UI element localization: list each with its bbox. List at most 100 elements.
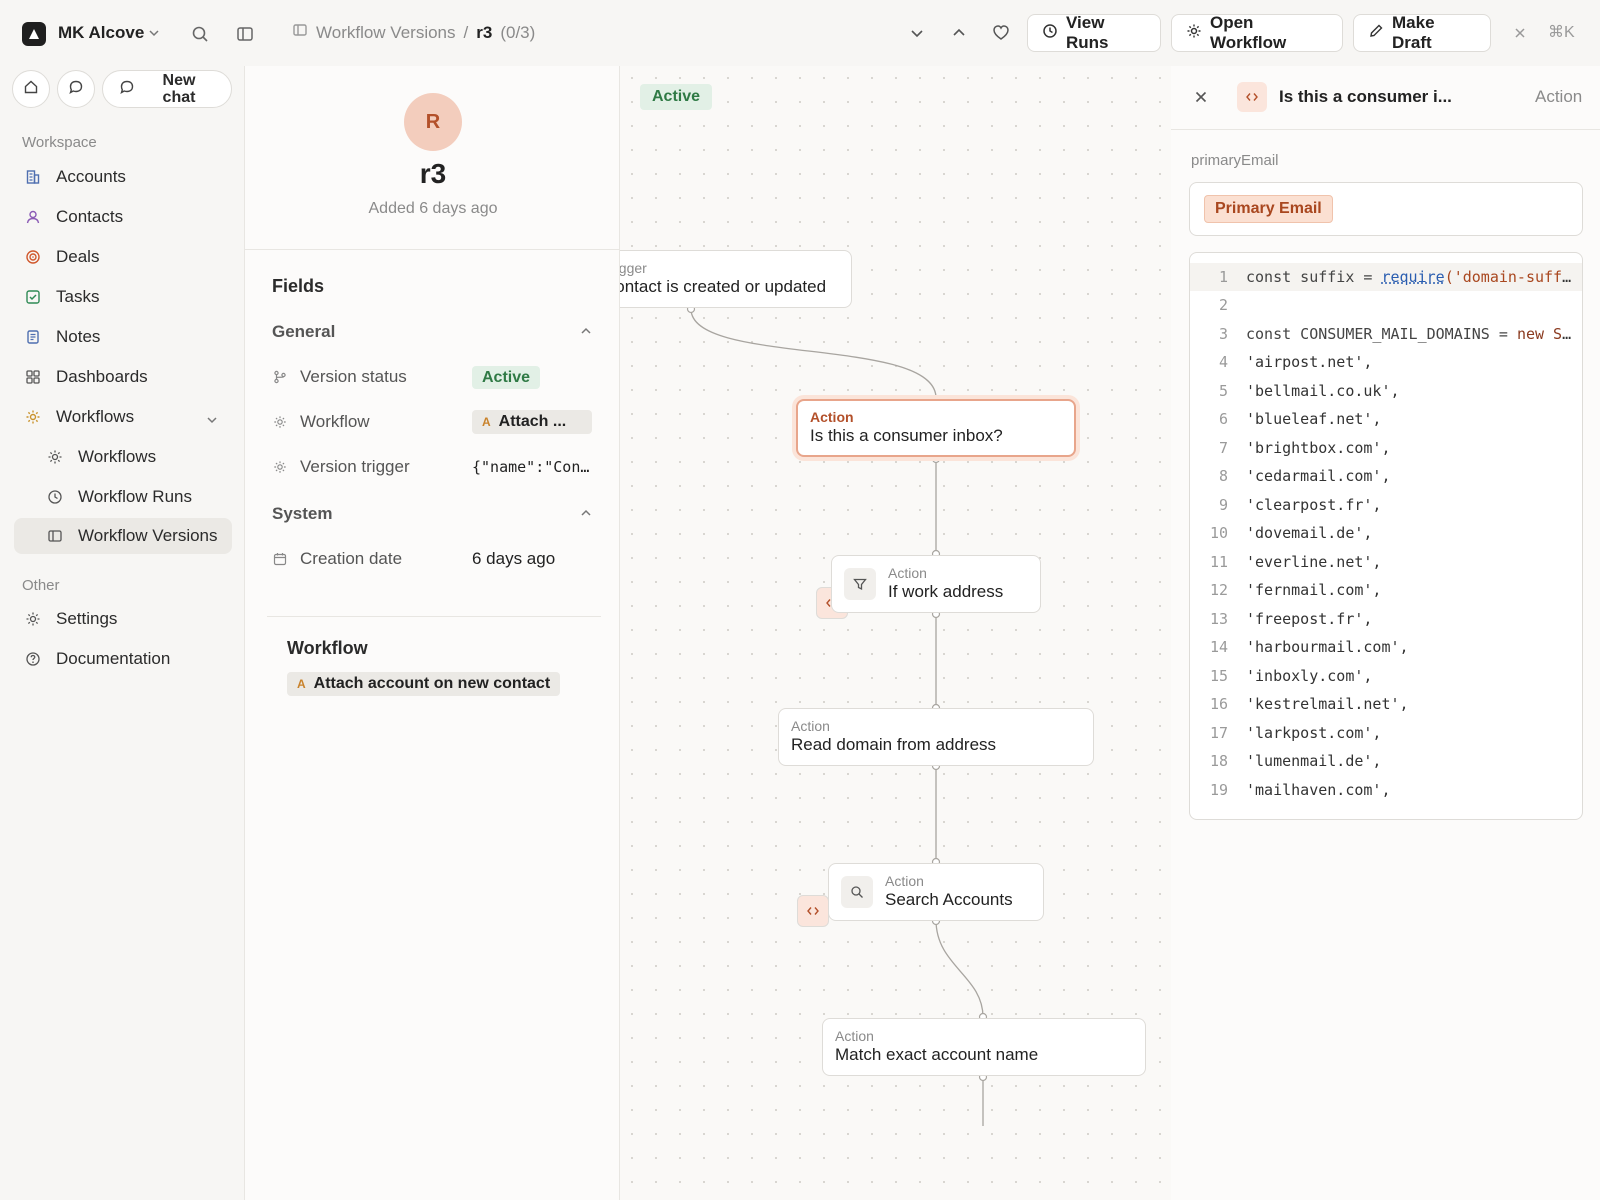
sidebar-item-notes[interactable]: Notes bbox=[14, 319, 232, 355]
sidebar-item-label: Documentation bbox=[56, 649, 171, 668]
code-line: 4 'airpost.net', bbox=[1190, 348, 1582, 376]
field-value-cell[interactable]: A Attach ... bbox=[472, 410, 592, 434]
sidebar-item-settings[interactable]: Settings bbox=[14, 601, 232, 637]
divider bbox=[245, 249, 621, 250]
panel-icon bbox=[292, 22, 308, 44]
code-line: 18 'lumenmail.de', bbox=[1190, 747, 1582, 775]
system-group-title[interactable]: System bbox=[272, 504, 332, 524]
open-workflow-button[interactable]: Open Workflow bbox=[1171, 13, 1343, 52]
workflow-node-consumer-inbox[interactable]: Action Is this a consumer inbox? bbox=[796, 399, 1076, 619]
sidebar-item-tasks[interactable]: Tasks bbox=[14, 279, 232, 315]
workspace-name[interactable]: MK Alcove bbox=[58, 22, 144, 44]
chevron-down-icon[interactable] bbox=[206, 411, 218, 431]
version-trigger-value[interactable]: {"name":"Con… bbox=[472, 458, 589, 476]
field-value-cell[interactable]: Active bbox=[472, 366, 541, 389]
variable-pill[interactable]: Primary Email bbox=[1204, 195, 1333, 223]
chevron-down-icon[interactable] bbox=[905, 21, 929, 45]
code-text: const CONSUMER_MAIL_DOMAINS = new Se… bbox=[1246, 325, 1576, 343]
close-icon[interactable] bbox=[1193, 89, 1209, 110]
chat-icon bbox=[119, 79, 135, 100]
checkbox-icon bbox=[24, 288, 42, 306]
line-number: 19 bbox=[1209, 781, 1228, 799]
clock-icon bbox=[1042, 23, 1058, 44]
code-line: 14 'harbourmail.com', bbox=[1190, 633, 1582, 661]
sidebar-item-documentation[interactable]: Documentation bbox=[14, 641, 232, 677]
step-detail-panel: Is this a consumer i... Action primaryEm… bbox=[1171, 66, 1600, 1200]
workspace-logo-icon[interactable] bbox=[22, 22, 46, 46]
sidebar-item-dashboards[interactable]: Dashboards bbox=[14, 359, 232, 395]
sidebar-subitem-workflow-versions[interactable]: Workflow Versions bbox=[14, 518, 232, 554]
line-number: 5 bbox=[1218, 382, 1228, 400]
code-line: 10 'dovemail.de', bbox=[1190, 519, 1582, 547]
workspace-section-label: Workspace bbox=[22, 134, 97, 151]
sidebar-item-contacts[interactable]: Contacts bbox=[14, 199, 232, 235]
gear-icon bbox=[24, 408, 42, 426]
sidebar-item-label: Dashboards bbox=[56, 367, 148, 386]
command-shortcut[interactable]: ⌘K bbox=[1548, 22, 1575, 42]
chevron-up-icon[interactable] bbox=[579, 506, 593, 525]
search-icon[interactable] bbox=[188, 22, 212, 46]
sidebar-item-label: Accounts bbox=[56, 167, 126, 186]
workflow-node-trigger[interactable]: Trigger Contact is created or updated bbox=[620, 250, 852, 308]
workflow-chip[interactable]: A Attach ... bbox=[472, 410, 592, 434]
chip-label: Attach account on new contact bbox=[313, 675, 551, 692]
home-button[interactable] bbox=[12, 70, 50, 108]
line-number: 13 bbox=[1209, 610, 1228, 628]
chevron-up-icon[interactable] bbox=[947, 21, 971, 45]
field-creation-date: Creation date 6 days ago bbox=[272, 546, 592, 572]
node-kind: Action bbox=[810, 409, 854, 425]
sidebar-subitem-workflow-runs[interactable]: Workflow Runs bbox=[14, 479, 232, 515]
make-draft-button[interactable]: Make Draft bbox=[1353, 13, 1491, 52]
view-runs-button[interactable]: View Runs bbox=[1027, 13, 1161, 52]
pencil-icon bbox=[1368, 23, 1384, 44]
chevron-down-icon[interactable] bbox=[148, 26, 160, 44]
workflow-node-match-account[interactable]: Action Match exact account name bbox=[822, 1018, 1146, 1076]
sidebar-item-label: Workflows bbox=[56, 407, 135, 426]
line-number: 4 bbox=[1218, 353, 1228, 371]
code-line: 13 'freepost.fr', bbox=[1190, 605, 1582, 633]
record-title[interactable]: r3 bbox=[245, 158, 621, 190]
workflow-node-search-accounts[interactable]: Action Search Accounts bbox=[828, 863, 1044, 921]
line-number: 17 bbox=[1209, 724, 1228, 742]
code-text: 'kestrelmail.net', bbox=[1246, 695, 1409, 713]
divider bbox=[267, 616, 601, 617]
node-label: Read domain from address bbox=[791, 735, 997, 754]
chat-icon bbox=[68, 79, 84, 100]
sidebar-item-workflows[interactable]: Workflows bbox=[14, 399, 232, 435]
home-icon bbox=[23, 79, 39, 100]
field-version-status: Version status Active bbox=[272, 364, 592, 390]
field-version-trigger: Version trigger {"name":"Con… bbox=[272, 454, 592, 480]
line-number: 16 bbox=[1209, 695, 1228, 713]
workflow-node-if-work-address[interactable]: Action If work address bbox=[831, 555, 1041, 613]
new-chat-button[interactable]: New chat bbox=[102, 70, 232, 108]
sidebar-toggle-icon[interactable] bbox=[233, 22, 257, 46]
heart-icon[interactable] bbox=[989, 21, 1013, 45]
gear-icon bbox=[24, 610, 42, 628]
creation-date-value[interactable]: 6 days ago bbox=[472, 549, 555, 569]
line-number: 3 bbox=[1218, 325, 1228, 343]
sidebar-item-accounts[interactable]: Accounts bbox=[14, 159, 232, 195]
code-line: 15 'inboxly.com', bbox=[1190, 662, 1582, 690]
line-number: 12 bbox=[1209, 581, 1228, 599]
general-group-title[interactable]: General bbox=[272, 322, 335, 342]
panel-title[interactable]: Is this a consumer i... bbox=[1279, 87, 1452, 107]
branch-icon bbox=[272, 369, 288, 385]
close-icon[interactable] bbox=[1508, 21, 1532, 45]
workflow-link-chip[interactable]: A Attach account on new contact bbox=[287, 672, 561, 696]
sidebar-subitem-workflows[interactable]: Workflows bbox=[14, 439, 232, 475]
top-bar: MK Alcove Workflow Versions / r3 (0/3) V… bbox=[0, 0, 1600, 66]
workflow-node-read-domain[interactable]: Action Read domain from address bbox=[778, 708, 1094, 927]
workflow-chip[interactable]: A Attach account on new contact bbox=[287, 672, 561, 696]
chat-button[interactable] bbox=[57, 70, 95, 108]
building-icon bbox=[24, 168, 42, 186]
chevron-up-icon[interactable] bbox=[579, 324, 593, 343]
primary-email-input[interactable]: Primary Email bbox=[1189, 182, 1583, 236]
sidebar-item-label: Tasks bbox=[56, 287, 100, 306]
breadcrumb-current: r3 bbox=[476, 23, 493, 42]
sidebar-item-deals[interactable]: Deals bbox=[14, 239, 232, 275]
workflow-canvas[interactable]: Active Trigger Contact is created or upd… bbox=[620, 66, 1171, 1200]
note-icon bbox=[24, 328, 42, 346]
breadcrumb-parent[interactable]: Workflow Versions bbox=[316, 22, 456, 44]
code-text: 'mailhaven.com', bbox=[1246, 781, 1391, 799]
code-editor[interactable]: 1 const suffix = require('domain-suffi… … bbox=[1189, 252, 1583, 820]
